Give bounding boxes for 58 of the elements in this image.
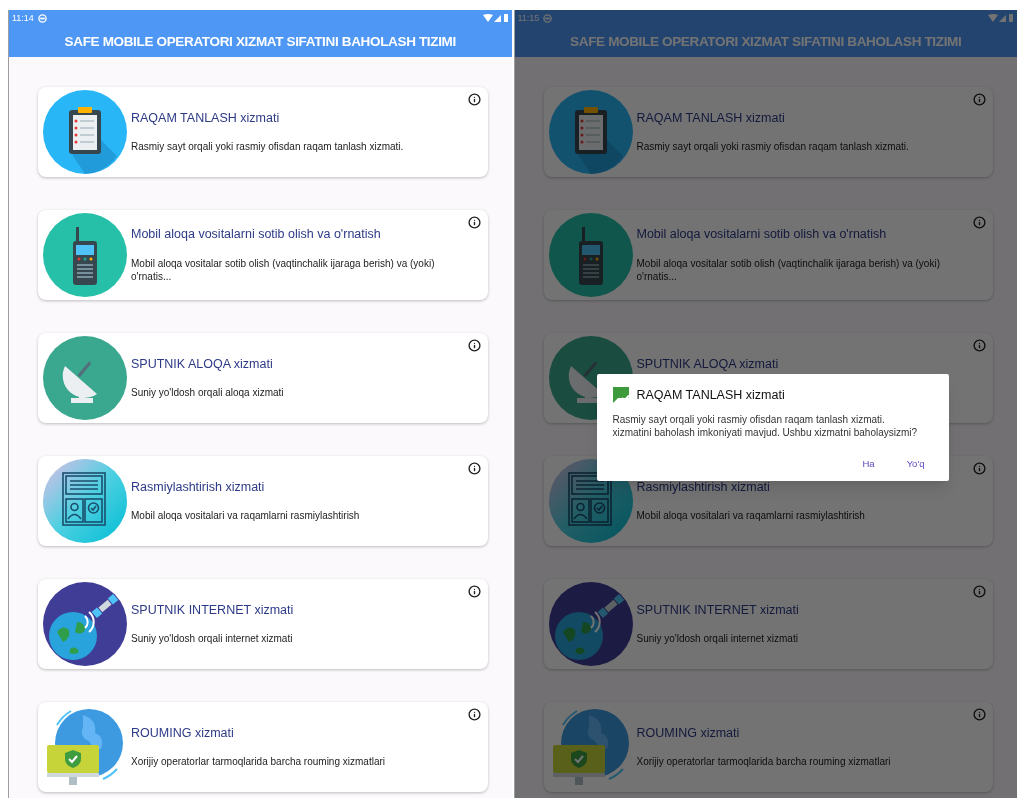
- info-icon[interactable]: [467, 462, 481, 475]
- service-title: SPUTNIK INTERNET xizmati: [131, 602, 294, 619]
- status-icons: [988, 13, 1014, 23]
- service-title: Mobil aloqa vositalarni sotib olish va o'rnatish: [131, 227, 382, 243]
- service-title: Rasmiylashtirish xizmati: [636, 479, 771, 496]
- chat-check-icon: [612, 386, 629, 404]
- service-title: RAQAM TANLASH xizmati: [636, 110, 786, 127]
- service-card[interactable]: ROUMING xizmati Xorijiy operatorlar tarmoqlarida barcha rouming xizmatlari: [38, 702, 488, 792]
- earth-satellite-icon: [548, 582, 633, 666]
- walkie-talkie-icon: [43, 213, 127, 297]
- service-description: Mobil aloqa vositalar sotib olish (vaqtinchalik ijaraga berish) va (yoki) o'rnatis...: [636, 256, 941, 283]
- service-title: RAQAM TANLASH xizmati: [131, 110, 281, 127]
- status-time: 11:15: [517, 13, 540, 23]
- service-title: Rasmiylashtirish xizmati: [131, 479, 266, 496]
- service-title: Mobil aloqa vositalarni sotib olish va o'rnatish: [636, 227, 888, 243]
- clipboard-icon: [548, 90, 633, 174]
- service-card[interactable]: RAQAM TANLASH xizmati Rasmiy sayt orqali yoki rasmiy ofisdan raqam tanlash xizmati.: [38, 87, 488, 177]
- service-description: Xorijiy operatorlar tarmoqlarida barcha rouming xizmatlari: [131, 755, 385, 769]
- dialog-button[interactable]: Yo'q: [904, 454, 927, 473]
- service-title: ROUMING xizmati: [636, 725, 741, 742]
- service-card[interactable]: RAQAM TANLASH xizmati Rasmiy sayt orqali yoki rasmiy ofisdan raqam tanlash xizmati.: [543, 87, 993, 177]
- service-card[interactable]: SPUTNIK INTERNET xizmati Suniy yo'ldosh orqali internet xizmati: [38, 579, 488, 669]
- service-description: Mobil aloqa vositalari va raqamlarni rasmiylashtirish: [636, 509, 865, 523]
- service-title: ROUMING xizmati: [131, 725, 235, 742]
- status-icons: [482, 13, 509, 23]
- service-title: SPUTNIK ALOQA xizmati: [131, 356, 274, 373]
- service-description: Xorijiy operatorlar tarmoqlarida barcha rouming xizmatlari: [636, 755, 891, 769]
- service-card[interactable]: Rasmiylashtirish xizmati Mobil aloqa vositalari va raqamlarni rasmiylashtirish: [38, 456, 488, 546]
- app-title: SAFE MOBILE OPERATORI XIZMAT SIFATINI BAHOLASH TIZIMI: [64, 34, 456, 49]
- status-time: 11:14: [12, 13, 34, 23]
- clipboard-icon: [43, 90, 127, 174]
- walkie-talkie-icon: [548, 213, 633, 297]
- service-title: SPUTNIK ALOQA xizmati: [636, 356, 779, 373]
- service-description: Suniy yo'ldosh orqali internet xizmati: [636, 632, 799, 646]
- service-description: Rasmiy sayt orqali yoki rasmiy ofisdan raqam tanlash xizmati.: [131, 140, 404, 154]
- service-card[interactable]: ROUMING xizmati Xorijiy operatorlar tarmoqlarida barcha rouming xizmatlari: [543, 702, 993, 792]
- service-description: Suniy yo'ldosh orqali internet xizmati: [131, 632, 294, 646]
- info-icon[interactable]: [467, 339, 481, 352]
- dialog-message: Rasmiy sayt orqali yoki rasmiy ofisdan raqam tanlash xizmati. xizmatini baholash imkoniyati mavjud. Ushbu xizmatni baholaysizmi?: [612, 412, 919, 439]
- app-title: SAFE MOBILE OPERATORI XIZMAT SIFATINI BAHOLASH TIZIMI: [570, 34, 962, 49]
- earth-satellite-icon: [43, 582, 127, 666]
- info-icon[interactable]: [467, 585, 481, 598]
- service-card[interactable]: Mobil aloqa vositalarni sotib olish va o'rnatish Mobil aloqa vositalar sotib olish (vaqtinchalik ijaraga berish) va (yoki) o'rnatis...: [38, 210, 488, 300]
- service-description: Rasmiy sayt orqali yoki rasmiy ofisdan raqam tanlash xizmati.: [636, 140, 909, 154]
- service-card[interactable]: SPUTNIK ALOQA xizmati Suniy yo'ldosh orqali aloqa xizmati: [38, 333, 488, 423]
- info-icon[interactable]: [467, 93, 481, 106]
- info-icon[interactable]: [467, 216, 481, 229]
- service-card[interactable]: Mobil aloqa vositalarni sotib olish va o'rnatish Mobil aloqa vositalar sotib olish (vaqtinchalik ijaraga berish) va (yoki) o'rnatis...: [543, 210, 993, 300]
- service-description: Suniy yo'ldosh orqali aloqa xizmati: [131, 386, 284, 400]
- dialog-button[interactable]: Ha: [860, 454, 877, 473]
- service-title: SPUTNIK INTERNET xizmati: [636, 602, 799, 619]
- service-card[interactable]: SPUTNIK INTERNET xizmati Suniy yo'ldosh orqali internet xizmati: [543, 579, 993, 669]
- satellite-dish-icon: [43, 336, 127, 420]
- service-description: Mobil aloqa vositalari va raqamlarni rasmiylashtirish: [131, 509, 360, 523]
- id-document-icon: [43, 459, 127, 543]
- info-icon[interactable]: [467, 708, 481, 721]
- dialog-title: RAQAM TANLASH xizmati: [636, 387, 785, 404]
- service-description: Mobil aloqa vositalar sotib olish (vaqtinchalik ijaraga berish) va (yoki) o'rnatis...: [131, 256, 436, 283]
